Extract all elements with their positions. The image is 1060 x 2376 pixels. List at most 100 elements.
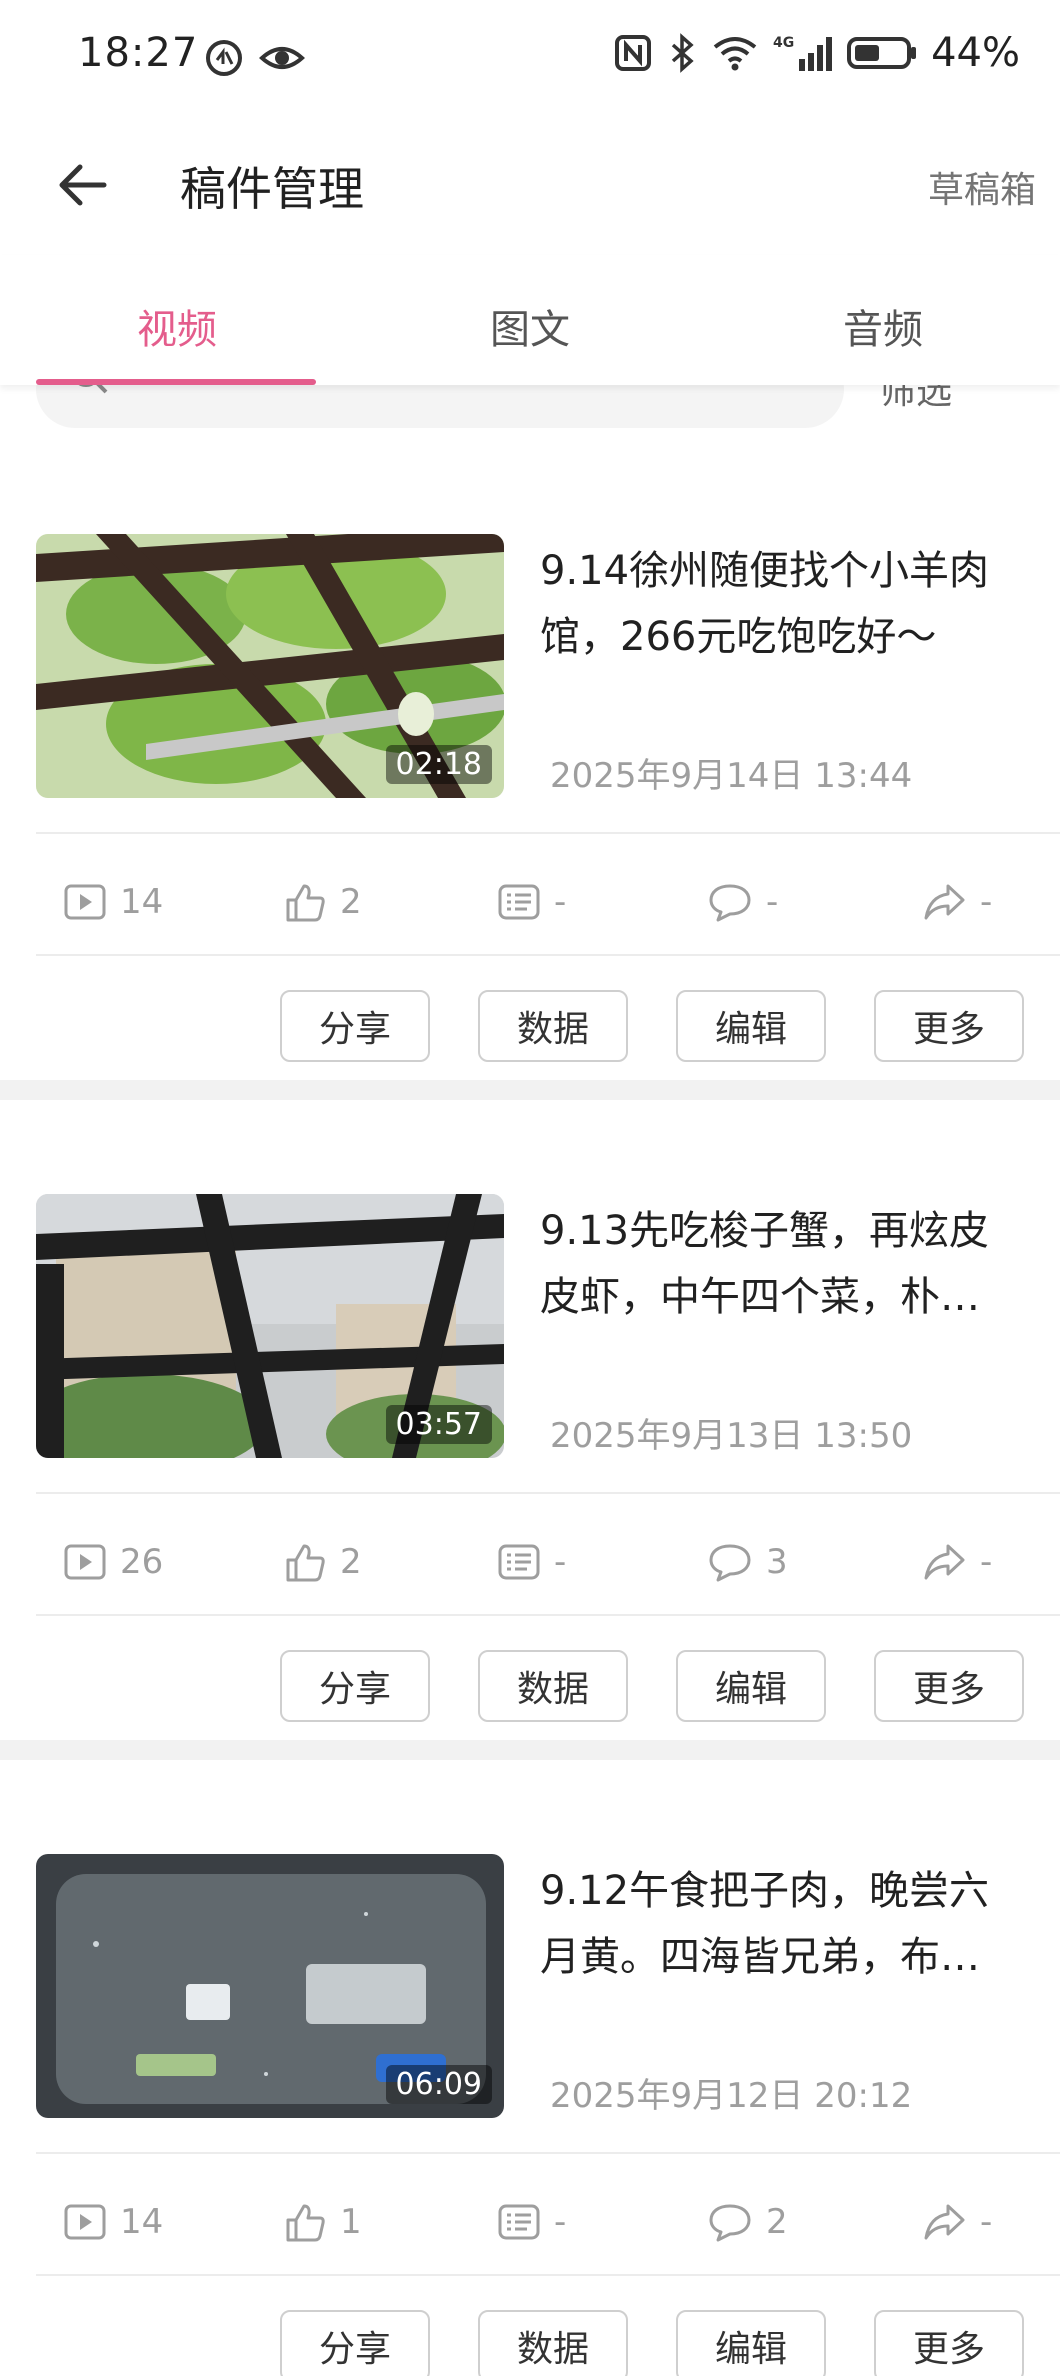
status-bar: 18:27 4G 44% (0, 0, 1060, 115)
plays-stat: 14 (64, 2202, 163, 2242)
arrow-left-icon (59, 164, 107, 206)
video-title[interactable]: 9.12午食把子肉，晚尝六月黄。四海皆兄弟，布… (540, 1858, 1020, 1990)
video-duration: 02:18 (385, 745, 492, 784)
more-button[interactable]: 更多 (874, 990, 1024, 1062)
battery-percent: 44% (931, 30, 1020, 76)
danmaku-stat: - (498, 882, 566, 922)
video-title[interactable]: 9.14徐州随便找个小羊肉馆，266元吃饱吃好～ (540, 538, 1020, 670)
play-icon (64, 884, 106, 920)
video-duration: 06:09 (385, 2065, 492, 2104)
publish-date: 2025年9月12日 20:12 (550, 2076, 913, 2116)
list-item[interactable]: 03:57 9.13先吃梭子蟹，再炫皮皮虾，中午四个菜，朴… 2025年9月13… (0, 1080, 1060, 1740)
stats-row: 14 1 - 2 - (0, 2160, 1060, 2280)
share-button[interactable]: 分享 (280, 1650, 430, 1722)
thumbs-up-icon (286, 1544, 325, 1582)
plays-stat: 26 (64, 1542, 163, 1582)
thumbs-up-icon (286, 2204, 325, 2242)
plays-stat: 14 (64, 882, 163, 922)
status-time: 18:27 (78, 30, 199, 76)
comments-count: 2 (766, 2202, 788, 2242)
app-bar: 稿件管理 草稿箱 (0, 115, 1060, 255)
shares-stat: - (922, 2202, 992, 2242)
shares-count: - (980, 882, 993, 922)
divider (36, 1614, 1060, 1616)
data-button[interactable]: 数据 (478, 2310, 628, 2376)
tab-image-text[interactable]: 图文 (353, 297, 707, 355)
likes-stat: 2 (284, 882, 362, 922)
more-button[interactable]: 更多 (874, 1650, 1024, 1722)
likes-count: 2 (340, 882, 362, 922)
list-item[interactable]: 02:18 9.14徐州随便找个小羊肉馆，266元吃饱吃好～ 2025年9月14… (0, 440, 1060, 1080)
svg-text:4G: 4G (773, 35, 794, 51)
publish-date: 2025年9月14日 13:44 (550, 756, 913, 796)
video-duration: 03:57 (385, 1405, 492, 1444)
action-row: 分享 数据 编辑 更多 (0, 990, 1060, 1070)
back-button[interactable] (50, 153, 114, 217)
shares-stat: - (922, 1542, 992, 1582)
publish-date: 2025年9月13日 13:50 (550, 1416, 913, 1456)
more-button[interactable]: 更多 (874, 2310, 1024, 2376)
likes-count: 1 (340, 2202, 362, 2242)
drafts-button[interactable]: 草稿箱 (928, 161, 1036, 213)
sync-icon (206, 40, 242, 76)
comments-count: - (766, 882, 779, 922)
share-icon (924, 1544, 965, 1580)
list-item[interactable]: 06:09 9.12午食把子肉，晚尝六月黄。四海皆兄弟，布… 2025年9月12… (0, 1740, 1060, 2376)
divider (36, 2152, 1060, 2154)
plays-count: 26 (120, 1542, 164, 1582)
status-left-icons (204, 38, 306, 78)
danmaku-count: - (554, 2202, 567, 2242)
signal-icon: 4G (773, 35, 833, 71)
edit-button[interactable]: 编辑 (676, 1650, 826, 1722)
shares-count: - (980, 1542, 993, 1582)
danmaku-count: - (554, 1542, 567, 1582)
divider (36, 954, 1060, 956)
comment-icon (709, 884, 751, 922)
comment-icon (709, 1544, 751, 1582)
tab-video[interactable]: 视频 (0, 297, 354, 355)
action-row: 分享 数据 编辑 更多 (0, 1650, 1060, 1730)
danmaku-icon (498, 2204, 540, 2240)
danmaku-icon (498, 884, 540, 920)
tab-bar: 视频 图文 音频 (0, 255, 1060, 385)
share-icon (924, 2204, 965, 2240)
likes-stat: 1 (284, 2202, 362, 2242)
share-button[interactable]: 分享 (280, 2310, 430, 2376)
comments-count: 3 (766, 1542, 788, 1582)
stats-row: 26 2 - 3 - (0, 1500, 1060, 1620)
play-icon (64, 1544, 106, 1580)
likes-stat: 2 (284, 1542, 362, 1582)
stats-row: 14 2 - - - (0, 840, 1060, 960)
edit-button[interactable]: 编辑 (676, 2310, 826, 2376)
video-list: 02:18 9.14徐州随便找个小羊肉馆，266元吃饱吃好～ 2025年9月14… (0, 440, 1060, 2376)
data-button[interactable]: 数据 (478, 1650, 628, 1722)
share-button[interactable]: 分享 (280, 990, 430, 1062)
shares-count: - (980, 2202, 993, 2242)
tab-audio[interactable]: 音频 (706, 297, 1060, 355)
tab-indicator (36, 379, 316, 385)
divider (36, 1492, 1060, 1494)
battery-icon (847, 37, 917, 69)
danmaku-stat: - (498, 1542, 566, 1582)
status-right: 4G 44% (613, 30, 1020, 76)
divider (36, 2274, 1060, 2276)
danmaku-icon (498, 1544, 540, 1580)
thumbs-up-icon (286, 884, 325, 922)
play-icon (64, 2204, 106, 2240)
wifi-icon (713, 37, 757, 71)
comments-stat: - (708, 882, 778, 922)
eye-icon (259, 47, 305, 69)
share-icon (924, 884, 965, 920)
nfc-icon (615, 35, 652, 71)
video-thumbnail[interactable]: 02:18 (36, 534, 504, 798)
edit-button[interactable]: 编辑 (676, 990, 826, 1062)
plays-count: 14 (120, 882, 164, 922)
plays-count: 14 (120, 2202, 164, 2242)
data-button[interactable]: 数据 (478, 990, 628, 1062)
video-thumbnail[interactable]: 06:09 (36, 1854, 504, 2118)
bluetooth-icon (671, 33, 694, 73)
comments-stat: 2 (708, 2202, 788, 2242)
comments-stat: 3 (708, 1542, 788, 1582)
video-thumbnail[interactable]: 03:57 (36, 1194, 504, 1458)
video-title[interactable]: 9.13先吃梭子蟹，再炫皮皮虾，中午四个菜，朴… (540, 1198, 1020, 1330)
